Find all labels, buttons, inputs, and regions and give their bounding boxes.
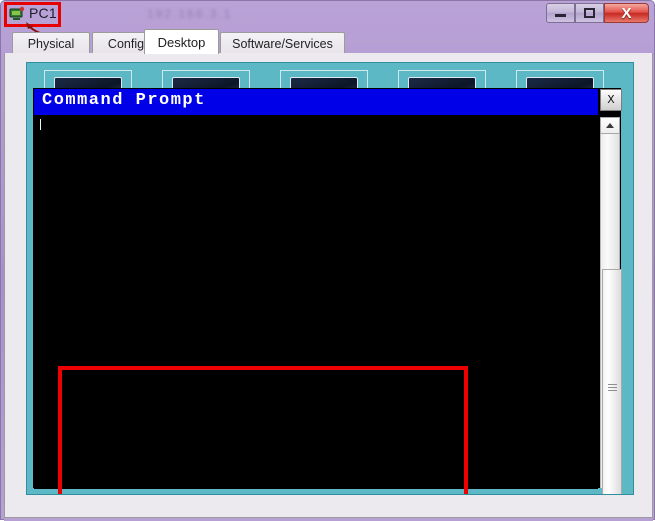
scroll-up-button[interactable]	[600, 117, 620, 134]
tab-physical[interactable]: Physical	[12, 32, 90, 54]
scrollbar-thumb[interactable]	[602, 269, 622, 494]
close-icon: X	[621, 4, 632, 22]
maximize-button[interactable]	[575, 3, 604, 23]
scrollbar-track[interactable]	[600, 134, 622, 494]
terminal-scrollbar[interactable]	[599, 116, 622, 494]
terminal-text	[40, 119, 41, 135]
titlebar-ghost-text: 192.168.3.1	[147, 7, 233, 21]
tab-strip: Physical Config Desktop Software/Service…	[4, 29, 653, 54]
terminal-output-area[interactable]	[34, 115, 598, 489]
maximize-icon	[584, 8, 595, 18]
close-button[interactable]: X	[604, 3, 649, 23]
minimize-icon	[555, 14, 566, 17]
command-prompt-titlebar[interactable]: Command Prompt	[34, 89, 598, 115]
tab-desktop[interactable]: Desktop	[144, 29, 219, 54]
command-prompt-close-button[interactable]: X	[600, 89, 622, 111]
close-icon: X	[607, 93, 615, 107]
pt-desktop-canvas[interactable]: Command Prompt X	[26, 62, 634, 495]
pc1-device-window: PC1 192.168.3.1 X Physical Config Deskto…	[0, 0, 655, 521]
minimize-button[interactable]	[546, 3, 575, 23]
command-prompt-window: Command Prompt X	[33, 88, 622, 494]
tab-software-services[interactable]: Software/Services	[220, 32, 345, 54]
window-titlebar: PC1 192.168.3.1 X	[1, 1, 655, 37]
command-prompt-title: Command Prompt	[42, 91, 206, 110]
terminal-cursor	[40, 119, 41, 130]
desktop-tab-panel: Command Prompt X	[4, 53, 653, 518]
grip-icon	[608, 384, 617, 392]
triangle-up-icon	[606, 123, 614, 128]
title-highlight-box	[4, 2, 61, 27]
